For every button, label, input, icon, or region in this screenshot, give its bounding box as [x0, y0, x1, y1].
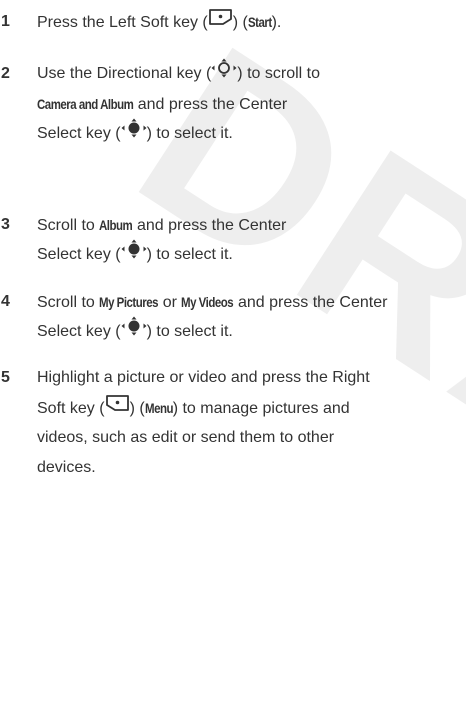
step-text-line: Scroll to My Pictures or My Videos and p…: [37, 289, 387, 315]
step-text: Highlight a picture or video and press t…: [37, 369, 370, 386]
step-text: and press the Center: [233, 294, 388, 311]
center-select-key-icon: [121, 316, 147, 345]
step-text-line: Select key ( ) to select it.: [37, 118, 233, 147]
center-select-key-icon: [121, 239, 147, 268]
step-number: 1: [1, 13, 10, 30]
step-text-line: Press the Left Soft key ( ) (Start).: [37, 8, 282, 35]
step-text: or: [158, 294, 182, 311]
menu-option-label: My Pictures: [99, 294, 159, 310]
step-text: ) (: [232, 14, 248, 31]
step-number: 4: [1, 293, 10, 310]
step-text: ) to scroll to: [237, 65, 320, 83]
step-text: ) to select it.: [146, 246, 233, 264]
step-text: ) to select it.: [146, 125, 233, 143]
menu-option-label: Camera and Album: [37, 96, 134, 112]
step-text: Use the Directional key (: [37, 65, 212, 83]
step-text: and press the Center: [132, 217, 287, 234]
step-text: Scroll to: [37, 217, 100, 234]
menu-option-label: My Videos: [181, 294, 234, 310]
step-text-line: Soft key ( ) (Menu) to manage pictures an…: [37, 394, 350, 421]
step-text: Select key (: [37, 246, 121, 264]
step-text: ) to manage pictures and: [172, 400, 350, 417]
step-number: 5: [1, 369, 10, 386]
directional-key-icon: [211, 58, 237, 87]
step-text: Scroll to: [37, 294, 100, 311]
step-text-line: Highlight a picture or video and press t…: [37, 365, 370, 391]
step-number: 2: [1, 65, 10, 82]
step-text: and press the Center: [133, 96, 288, 113]
step-text: ) (: [129, 400, 145, 417]
step-text-line: Select key ( ) to select it.: [37, 239, 233, 268]
step-text-line: videos, such as edit or send them to oth…: [37, 425, 334, 451]
step-number: 3: [1, 216, 10, 233]
step-text: devices.: [37, 459, 96, 476]
step-text-line: Select key ( ) to select it.: [37, 316, 233, 345]
step-text-line: devices.: [37, 455, 96, 481]
step-text: ).: [271, 14, 282, 31]
menu-option-label: Menu: [144, 400, 174, 416]
center-select-key-icon: [121, 118, 147, 147]
step-text-line: Scroll to Album and press the Center: [37, 212, 286, 238]
menu-option-label: Album: [99, 217, 133, 233]
step-text: ) to select it.: [146, 323, 233, 341]
manual-page: { "watermark": "DRAFT", "steps": [ { "nu…: [0, 0, 466, 710]
step-text: Press the Left Soft key (: [37, 14, 208, 31]
step-text: Soft key (: [37, 400, 105, 417]
step-text-line: Use the Directional key ( ) to scroll to: [37, 58, 320, 87]
step-text: Select key (: [37, 323, 121, 341]
right-soft-key-icon: [105, 394, 130, 421]
step-text-line: Camera and Album and press the Center: [37, 91, 287, 117]
left-soft-key-icon: [208, 8, 233, 35]
menu-option-label: Start: [247, 14, 272, 30]
step-text: Select key (: [37, 125, 121, 143]
